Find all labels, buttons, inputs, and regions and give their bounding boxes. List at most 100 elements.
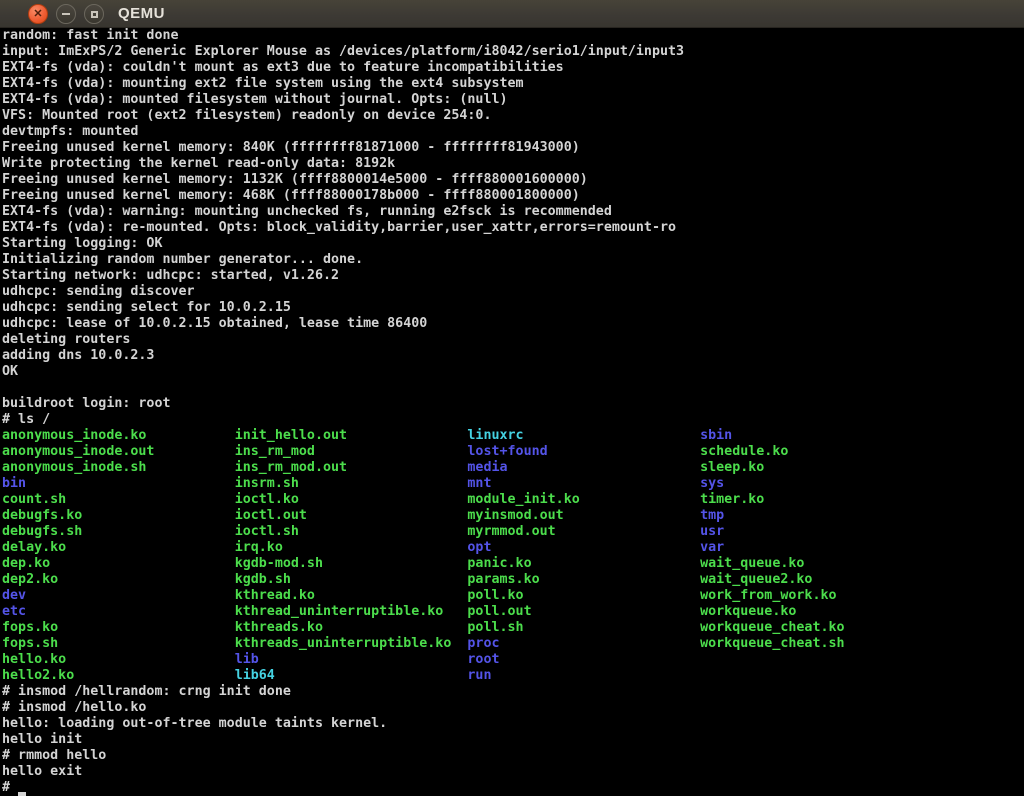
file-entry: root	[467, 652, 700, 667]
terminal-line	[2, 380, 1024, 396]
tail-log: # insmod /hellrandom: crng init done# in…	[2, 684, 1024, 780]
file-listing-row: debugfs.ko ioctl.out myinsmod.out tmp	[2, 508, 1024, 524]
file-entry: insrm.sh	[235, 476, 468, 491]
file-entry: kthreads_uninterruptible.ko	[235, 636, 468, 651]
file-listing-row: debugfs.sh ioctl.sh myrmmod.out usr	[2, 524, 1024, 540]
file-listing-row: dep.ko kgdb-mod.sh panic.ko wait_queue.k…	[2, 556, 1024, 572]
file-entry: lib64	[235, 668, 468, 683]
file-listing-row: hello.ko lib root	[2, 652, 1024, 668]
file-entry: debugfs.sh	[2, 524, 235, 539]
file-entry: dep2.ko	[2, 572, 235, 587]
file-entry: poll.ko	[467, 588, 700, 603]
file-entry: poll.out	[467, 604, 700, 619]
file-listing-row: etc kthread_uninterruptible.ko poll.out …	[2, 604, 1024, 620]
terminal-line: Starting logging: OK	[2, 236, 1024, 252]
file-entry: ins_rm_mod	[235, 444, 468, 459]
terminal-line: Initializing random number generator... …	[2, 252, 1024, 268]
terminal-line: EXT4-fs (vda): warning: mounting uncheck…	[2, 204, 1024, 220]
file-entry: kgdb.sh	[235, 572, 468, 587]
prompt-line: #	[2, 780, 1024, 796]
file-entry: dep.ko	[2, 556, 235, 571]
file-entry: run	[467, 668, 700, 683]
terminal-line: Starting network: udhcpc: started, v1.26…	[2, 268, 1024, 284]
file-entry: hello.ko	[2, 652, 235, 667]
file-entry: params.ko	[467, 572, 700, 587]
close-button[interactable]: ✕	[28, 4, 48, 24]
terminal-line: hello exit	[2, 764, 1024, 780]
file-entry: anonymous_inode.sh	[2, 460, 235, 475]
terminal-line: # ls /	[2, 412, 1024, 428]
file-entry: schedule.ko	[700, 444, 933, 459]
terminal-line: Freeing unused kernel memory: 1132K (fff…	[2, 172, 1024, 188]
file-entry: kthreads.ko	[235, 620, 468, 635]
terminal-line: hello: loading out-of-tree module taints…	[2, 716, 1024, 732]
maximize-button[interactable]	[84, 4, 104, 24]
file-entry: sbin	[700, 428, 933, 443]
terminal-line: # insmod /hellrandom: crng init done	[2, 684, 1024, 700]
file-listing-row: count.sh ioctl.ko module_init.ko timer.k…	[2, 492, 1024, 508]
terminal-line: deleting routers	[2, 332, 1024, 348]
file-listing-row: fops.ko kthreads.ko poll.sh workqueue_ch…	[2, 620, 1024, 636]
file-entry: timer.ko	[700, 492, 933, 507]
file-entry: work_from_work.ko	[700, 588, 933, 603]
terminal-line: Freeing unused kernel memory: 468K (ffff…	[2, 188, 1024, 204]
terminal-line: EXT4-fs (vda): mounted filesystem withou…	[2, 92, 1024, 108]
boot-log: random: fast init doneinput: ImExPS/2 Ge…	[2, 28, 1024, 428]
file-entry: kthread.ko	[235, 588, 468, 603]
file-listing: anonymous_inode.ko init_hello.out linuxr…	[2, 428, 1024, 684]
file-entry: panic.ko	[467, 556, 700, 571]
file-entry: var	[700, 540, 933, 555]
file-entry: delay.ko	[2, 540, 235, 555]
file-entry: lib	[235, 652, 468, 667]
file-entry: sys	[700, 476, 933, 491]
terminal-line: buildroot login: root	[2, 396, 1024, 412]
terminal-line: hello init	[2, 732, 1024, 748]
window-title: QEMU	[118, 0, 165, 28]
file-entry: hello2.ko	[2, 668, 235, 683]
file-entry: workqueue.ko	[700, 604, 933, 619]
terminal-screen[interactable]: random: fast init doneinput: ImExPS/2 Ge…	[0, 28, 1024, 796]
prompt-text: #	[2, 780, 18, 795]
file-entry: ins_rm_mod.out	[235, 460, 468, 475]
minimize-button[interactable]	[56, 4, 76, 24]
file-listing-row: anonymous_inode.ko init_hello.out linuxr…	[2, 428, 1024, 444]
close-icon: ✕	[33, 9, 42, 20]
terminal-line: # insmod /hello.ko	[2, 700, 1024, 716]
file-entry: sleep.ko	[700, 460, 933, 475]
file-listing-row: hello2.ko lib64 run	[2, 668, 1024, 684]
window-titlebar[interactable]: ✕ QEMU	[0, 0, 1024, 28]
terminal-line: EXT4-fs (vda): re-mounted. Opts: block_v…	[2, 220, 1024, 236]
terminal-line: input: ImExPS/2 Generic Explorer Mouse a…	[2, 44, 1024, 60]
file-listing-row: dev kthread.ko poll.ko work_from_work.ko	[2, 588, 1024, 604]
file-entry: debugfs.ko	[2, 508, 235, 523]
terminal-line: devtmpfs: mounted	[2, 124, 1024, 140]
qemu-window: ✕ QEMU random: fast init doneinput: ImEx…	[0, 0, 1024, 796]
terminal-line: adding dns 10.0.2.3	[2, 348, 1024, 364]
terminal-line: udhcpc: sending select for 10.0.2.15	[2, 300, 1024, 316]
file-entry: lost+found	[467, 444, 700, 459]
file-entry: ioctl.ko	[235, 492, 468, 507]
terminal-line: random: fast init done	[2, 28, 1024, 44]
file-listing-row: dep2.ko kgdb.sh params.ko wait_queue2.ko	[2, 572, 1024, 588]
file-entry: dev	[2, 588, 235, 603]
terminal-line: udhcpc: sending discover	[2, 284, 1024, 300]
file-listing-row: fops.sh kthreads_uninterruptible.ko proc…	[2, 636, 1024, 652]
file-entry: ioctl.sh	[235, 524, 468, 539]
file-entry: myrmmod.out	[467, 524, 700, 539]
file-entry: proc	[467, 636, 700, 651]
file-entry: kthread_uninterruptible.ko	[235, 604, 468, 619]
file-entry: mnt	[467, 476, 700, 491]
file-entry: fops.sh	[2, 636, 235, 651]
file-listing-row: delay.ko irq.ko opt var	[2, 540, 1024, 556]
maximize-icon	[91, 11, 98, 18]
terminal-line: # rmmod hello	[2, 748, 1024, 764]
minimize-icon	[62, 13, 70, 15]
file-entry: count.sh	[2, 492, 235, 507]
file-entry: usr	[700, 524, 933, 539]
file-entry: tmp	[700, 508, 933, 523]
terminal-line: udhcpc: lease of 10.0.2.15 obtained, lea…	[2, 316, 1024, 332]
file-listing-row: bin insrm.sh mnt sys	[2, 476, 1024, 492]
file-entry: kgdb-mod.sh	[235, 556, 468, 571]
file-entry: myinsmod.out	[467, 508, 700, 523]
terminal-line: Write protecting the kernel read-only da…	[2, 156, 1024, 172]
